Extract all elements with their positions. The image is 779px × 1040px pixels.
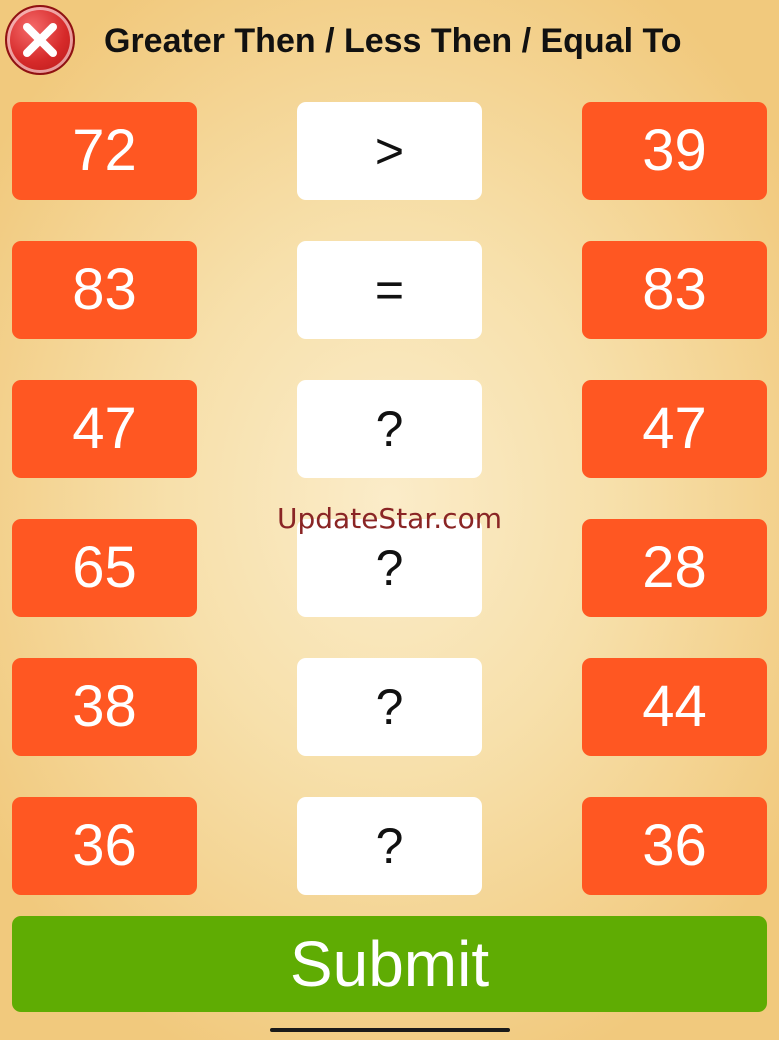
operator-box[interactable]: ? — [297, 658, 482, 756]
left-number: 83 — [12, 241, 197, 339]
left-number: 36 — [12, 797, 197, 895]
operator-box[interactable]: ? — [297, 797, 482, 895]
right-number: 28 — [582, 519, 767, 617]
operator-box[interactable]: = — [297, 241, 482, 339]
home-indicator[interactable] — [270, 1028, 510, 1032]
left-number: 47 — [12, 380, 197, 478]
comparison-row: 38 ? 44 — [0, 658, 779, 756]
comparison-row: 72 > 39 — [0, 102, 779, 200]
operator-box[interactable]: ? — [297, 380, 482, 478]
right-number: 39 — [582, 102, 767, 200]
right-number: 47 — [582, 380, 767, 478]
left-number: 65 — [12, 519, 197, 617]
page-title: Greater Then / Less Then / Equal To — [104, 22, 682, 60]
operator-box[interactable]: > — [297, 102, 482, 200]
comparison-row: 36 ? 36 — [0, 797, 779, 895]
left-number: 38 — [12, 658, 197, 756]
right-number: 36 — [582, 797, 767, 895]
right-number: 83 — [582, 241, 767, 339]
close-button[interactable] — [5, 5, 75, 75]
close-icon — [23, 23, 57, 57]
submit-button[interactable]: Submit — [12, 916, 767, 1012]
operator-box[interactable]: ? — [297, 519, 482, 617]
right-number: 44 — [582, 658, 767, 756]
comparison-row: 65 ? 28 — [0, 519, 779, 617]
comparison-row: 47 ? 47 — [0, 380, 779, 478]
comparison-row: 83 = 83 — [0, 241, 779, 339]
left-number: 72 — [12, 102, 197, 200]
